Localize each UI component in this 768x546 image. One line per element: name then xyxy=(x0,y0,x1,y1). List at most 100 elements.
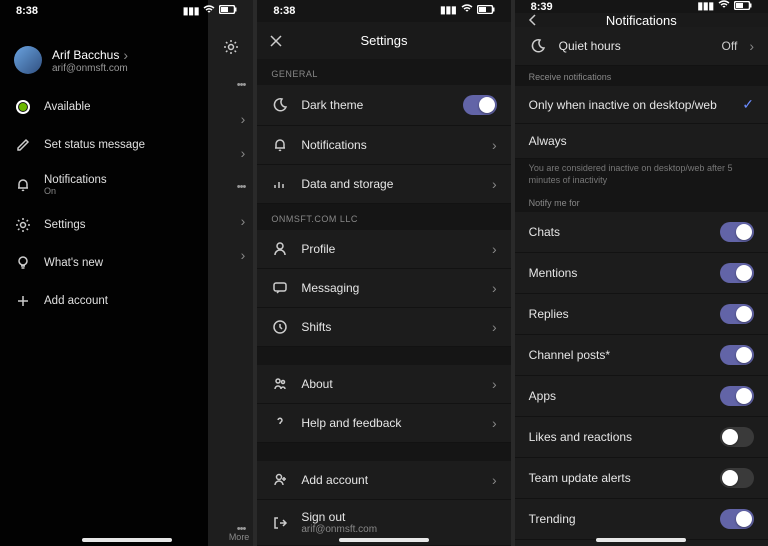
notify-toggle[interactable] xyxy=(720,263,754,283)
messaging-row[interactable]: Messaging › xyxy=(257,269,510,308)
notify-label: Mentions xyxy=(529,266,708,280)
chevron-right-icon: › xyxy=(241,111,246,127)
status-label: Available xyxy=(44,101,90,113)
status-icons: ▮▮▮ xyxy=(183,5,238,18)
user-name: Arif Bacchus xyxy=(52,48,119,62)
dark-theme-row[interactable]: Dark theme xyxy=(257,85,510,126)
person-icon xyxy=(271,240,289,258)
notify-toggle[interactable] xyxy=(720,222,754,242)
more-button[interactable]: ••• xyxy=(208,170,254,204)
chevron-right-icon: › xyxy=(492,280,497,296)
home-indicator[interactable] xyxy=(596,538,686,542)
edit-icon xyxy=(14,136,32,154)
add-account-label: Add account xyxy=(44,295,108,307)
notify-row[interactable]: Replies xyxy=(515,294,768,335)
notifications-screen: 8:39 ▮▮▮ Notifications Quiet hours Off ›… xyxy=(515,0,768,546)
set-status-item[interactable]: Set status message xyxy=(0,126,208,164)
whatsnew-item[interactable]: What's new xyxy=(0,244,208,282)
dots-icon: ••• xyxy=(237,79,246,91)
notifications-label: Notifications xyxy=(44,174,107,186)
notify-row[interactable]: Mentions xyxy=(515,253,768,294)
option-always-label: Always xyxy=(529,134,754,148)
battery-icon xyxy=(477,5,495,17)
question-icon xyxy=(271,414,289,432)
notify-toggle[interactable] xyxy=(720,386,754,406)
notifications-item[interactable]: Notifications On xyxy=(0,164,208,206)
dark-theme-toggle[interactable] xyxy=(463,95,497,115)
notify-label: Replies xyxy=(529,307,708,321)
dots-icon: ••• xyxy=(237,181,246,193)
signout-label: Sign out xyxy=(301,510,496,524)
row-chevron[interactable]: › xyxy=(208,102,254,136)
chevron-right-icon: › xyxy=(123,47,128,63)
home-indicator[interactable] xyxy=(339,538,429,542)
settings-item[interactable]: Settings xyxy=(0,206,208,244)
add-account-row[interactable]: Add account › xyxy=(257,461,510,500)
teams-icon xyxy=(271,375,289,393)
home-indicator[interactable] xyxy=(82,538,172,542)
notify-row[interactable]: Chats xyxy=(515,212,768,253)
close-button[interactable] xyxy=(269,34,293,48)
moon-icon xyxy=(271,96,289,114)
signout-icon xyxy=(271,514,289,532)
user-profile[interactable]: Arif Bacchus › arif@onmsft.com xyxy=(0,22,208,88)
settings-screen: 8:38 ▮▮▮ Settings GENERAL Dark theme Not… xyxy=(257,0,510,546)
signal-icon: ▮▮▮ xyxy=(697,1,714,12)
chevron-right-icon: › xyxy=(492,319,497,335)
data-storage-row[interactable]: Data and storage › xyxy=(257,165,510,204)
section-org: ONMSFT.COM LLC xyxy=(257,204,510,230)
back-button[interactable] xyxy=(527,13,551,27)
chevron-left-icon xyxy=(527,13,539,27)
notify-toggle[interactable] xyxy=(720,345,754,365)
notify-label: Channel posts* xyxy=(529,348,708,362)
option-always[interactable]: Always xyxy=(515,124,768,159)
bell-icon xyxy=(271,136,289,154)
notify-toggle[interactable] xyxy=(720,509,754,529)
notify-toggle[interactable] xyxy=(720,468,754,488)
notify-label: Trending xyxy=(529,512,708,526)
row-chevron[interactable]: › xyxy=(208,136,254,170)
notify-row[interactable]: Trending xyxy=(515,499,768,540)
chevron-right-icon: › xyxy=(749,38,754,54)
about-row[interactable]: About › xyxy=(257,365,510,404)
notify-row[interactable]: Apps xyxy=(515,376,768,417)
add-person-icon xyxy=(271,471,289,489)
shifts-label: Shifts xyxy=(301,320,480,334)
signal-icon: ▮▮▮ xyxy=(440,5,457,16)
gear-button[interactable] xyxy=(208,30,254,64)
battery-icon xyxy=(219,5,237,17)
notify-label: Apps xyxy=(529,389,708,403)
chevron-right-icon: › xyxy=(492,376,497,392)
notify-label: Chats xyxy=(529,225,708,239)
row-chevron[interactable]: › xyxy=(208,238,254,272)
shifts-row[interactable]: Shifts › xyxy=(257,308,510,347)
notify-toggle[interactable] xyxy=(720,427,754,447)
add-account-item[interactable]: Add account xyxy=(0,282,208,320)
signout-sub: arif@onmsft.com xyxy=(301,524,496,535)
notify-toggle[interactable] xyxy=(720,304,754,324)
row-chevron[interactable]: › xyxy=(208,204,254,238)
chevron-right-icon: › xyxy=(492,176,497,192)
chevron-right-icon: › xyxy=(492,137,497,153)
notifications-row[interactable]: Notifications › xyxy=(257,126,510,165)
notifyfor-header: Notify me for xyxy=(515,192,768,212)
wifi-icon xyxy=(203,5,215,18)
help-row[interactable]: Help and feedback › xyxy=(257,404,510,443)
quiet-hours-row[interactable]: Quiet hours Off › xyxy=(515,27,768,66)
notify-row[interactable]: Team update alerts xyxy=(515,458,768,499)
gear-icon xyxy=(14,216,32,234)
about-label: About xyxy=(301,377,480,391)
message-icon xyxy=(271,279,289,297)
notify-row[interactable]: Channel posts* xyxy=(515,335,768,376)
clock-icon xyxy=(271,318,289,336)
status-item[interactable]: Available xyxy=(0,88,208,126)
add-account-label: Add account xyxy=(301,473,480,487)
user-email: arif@onmsft.com xyxy=(52,63,128,74)
data-storage-label: Data and storage xyxy=(301,177,480,191)
checkmark-icon: ✓ xyxy=(742,96,754,113)
moon-icon xyxy=(529,37,547,55)
profile-row[interactable]: Profile › xyxy=(257,230,510,269)
more-button[interactable]: ••• xyxy=(208,68,254,102)
option-inactive[interactable]: Only when inactive on desktop/web ✓ xyxy=(515,86,768,124)
notify-row[interactable]: Likes and reactions xyxy=(515,417,768,458)
